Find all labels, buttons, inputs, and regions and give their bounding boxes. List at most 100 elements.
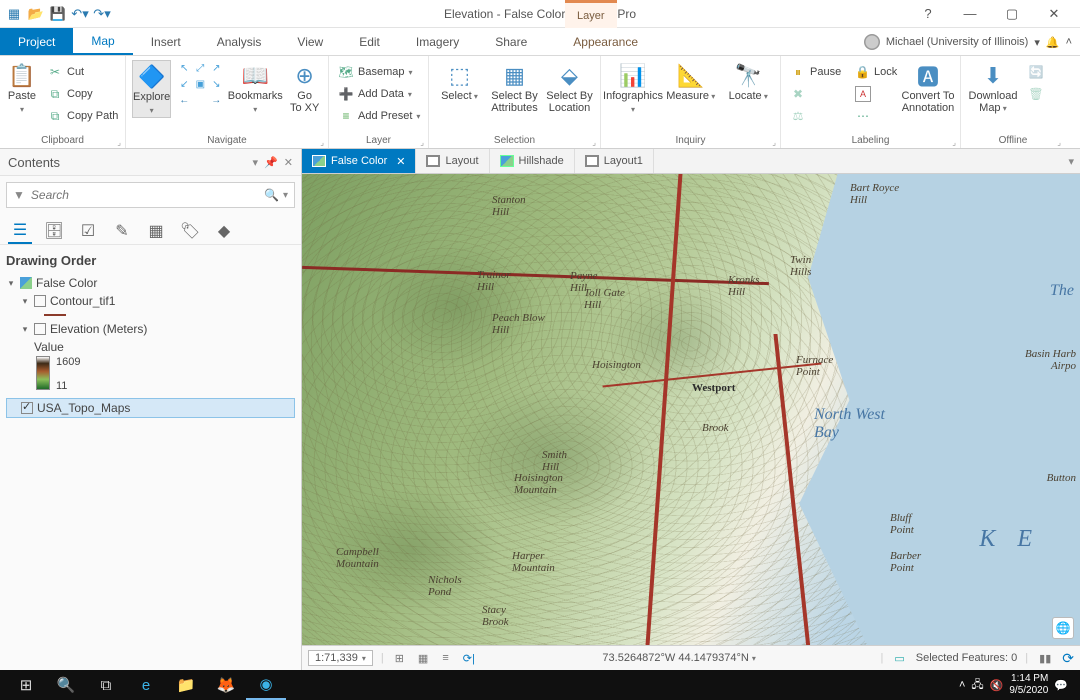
network-icon[interactable]: 🖧 bbox=[971, 676, 983, 695]
nav-arrows[interactable]: ↖⤢↗ ↙▣↘ ←→ bbox=[177, 60, 223, 108]
redo-icon[interactable]: ↷▾ bbox=[94, 6, 110, 22]
select-button[interactable]: ⬚ Select bbox=[435, 60, 484, 103]
locate-button[interactable]: 🔭 Locate bbox=[723, 60, 775, 103]
elevation-layer-row[interactable]: ▾ Elevation (Meters) bbox=[6, 320, 295, 338]
dynamic-icon[interactable]: ⟳| bbox=[460, 652, 478, 665]
tab-share[interactable]: Share bbox=[477, 28, 545, 55]
download-map-button[interactable]: ⬇ Download Map bbox=[967, 60, 1019, 115]
view-tab-layout[interactable]: Layout bbox=[416, 149, 489, 173]
selected-features-readout[interactable]: Selected Features: 0 bbox=[916, 652, 1018, 664]
ie-icon[interactable]: e bbox=[126, 670, 166, 700]
tab-appearance[interactable]: Appearance bbox=[555, 28, 656, 55]
tab-insert[interactable]: Insert bbox=[133, 28, 199, 55]
explore-button[interactable]: 🔷 Explore bbox=[132, 60, 171, 118]
tab-view[interactable]: View bbox=[279, 28, 341, 55]
search-options-icon[interactable]: ▾ bbox=[283, 190, 288, 201]
bookmarks-button[interactable]: 📖 Bookmarks bbox=[229, 60, 281, 116]
view-tab-menu-icon[interactable]: ▾ bbox=[1062, 149, 1080, 173]
save-icon[interactable]: 💾 bbox=[50, 6, 66, 22]
constraints-icon[interactable]: ≡ bbox=[439, 652, 451, 664]
action-center-icon[interactable]: 💬 bbox=[1054, 679, 1068, 692]
list-labeling-icon[interactable]: 🏷 bbox=[178, 218, 202, 244]
visibility-checkbox[interactable] bbox=[21, 402, 33, 414]
view-tab-layout1[interactable]: Layout1 bbox=[575, 149, 654, 173]
search-icon[interactable]: 🔍 bbox=[264, 188, 279, 202]
notifications-icon[interactable]: 🔔 bbox=[1046, 36, 1060, 49]
avatar-icon[interactable] bbox=[864, 34, 880, 50]
paste-button[interactable]: 📋 Paste bbox=[6, 60, 38, 116]
list-source-icon[interactable]: 🗄 bbox=[42, 218, 66, 244]
task-view-icon[interactable]: ⧉ bbox=[86, 670, 126, 700]
selection-icon[interactable]: ▭ bbox=[891, 652, 907, 665]
list-selection-icon[interactable]: ☑ bbox=[76, 218, 100, 244]
tray-expand-icon[interactable]: ˄ bbox=[959, 679, 965, 691]
maximize-button[interactable]: ▢ bbox=[992, 0, 1032, 28]
convert-to-annotation-button[interactable]: 🅰 Convert To Annotation bbox=[902, 60, 954, 115]
filter-icon[interactable]: ▼ bbox=[13, 188, 25, 202]
coord-format-icon[interactable]: ▾ bbox=[752, 654, 756, 663]
label-more-button[interactable]: ⋯ bbox=[852, 106, 896, 126]
map-attribution-icon[interactable]: 🌐 bbox=[1052, 617, 1074, 639]
arcgis-icon[interactable]: ◉ bbox=[246, 670, 286, 700]
select-by-location-button[interactable]: ⬙ Select By Location bbox=[545, 60, 594, 115]
map-frame-row[interactable]: ▾ False Color bbox=[6, 274, 295, 292]
map-canvas[interactable]: Stanton Hill Trainor Hill Payne Hill Tol… bbox=[302, 174, 1080, 645]
pause-drawing-icon[interactable]: ▮▮ bbox=[1036, 652, 1054, 665]
label-weight-button[interactable]: ⚖ bbox=[787, 106, 846, 126]
coordinates-readout[interactable]: 73.5264872°W 44.1479374°N bbox=[602, 652, 748, 664]
refresh-icon[interactable]: ⟳ bbox=[1062, 650, 1074, 667]
expand-icon[interactable]: ▾ bbox=[20, 324, 30, 335]
search-input[interactable] bbox=[31, 188, 264, 202]
clock[interactable]: 1:14 PM 9/5/2020 bbox=[1009, 673, 1048, 697]
visibility-checkbox[interactable] bbox=[34, 295, 46, 307]
new-project-icon[interactable]: ▦ bbox=[6, 6, 22, 22]
add-preset-button[interactable]: ≡Add Preset bbox=[335, 106, 423, 126]
minimize-button[interactable]: — bbox=[950, 0, 990, 28]
select-by-attributes-button[interactable]: ▦ Select By Attributes bbox=[490, 60, 539, 115]
tab-map[interactable]: Map bbox=[73, 28, 132, 55]
list-drawing-order-icon[interactable]: ☰ bbox=[8, 218, 32, 244]
list-perspective-icon[interactable]: ◆ bbox=[212, 218, 236, 244]
pane-options-icon[interactable]: ▾ bbox=[253, 156, 259, 169]
explorer-icon[interactable]: 📁 bbox=[166, 670, 206, 700]
add-data-button[interactable]: ➕Add Data bbox=[335, 84, 423, 104]
visibility-checkbox[interactable] bbox=[34, 323, 46, 335]
close-pane-icon[interactable]: ✕ bbox=[284, 156, 293, 169]
help-button[interactable]: ? bbox=[908, 0, 948, 28]
start-button[interactable]: ⊞ bbox=[6, 670, 46, 700]
basemap-layer-row[interactable]: USA_Topo_Maps bbox=[6, 398, 295, 418]
expand-icon[interactable]: ▾ bbox=[6, 278, 16, 289]
infographics-button[interactable]: 📊 Infographics bbox=[607, 60, 659, 116]
tab-edit[interactable]: Edit bbox=[341, 28, 398, 55]
file-tab[interactable]: Project bbox=[0, 28, 73, 55]
firefox-icon[interactable]: 🦊 bbox=[206, 670, 246, 700]
basemap-button[interactable]: 🗺Basemap bbox=[335, 62, 423, 82]
measure-button[interactable]: 📐 Measure bbox=[665, 60, 717, 103]
view-tab-hillshade[interactable]: Hillshade bbox=[490, 149, 575, 173]
grid-icon[interactable]: ▦ bbox=[415, 652, 431, 665]
label-priority-button[interactable]: ✖ bbox=[787, 84, 846, 104]
undo-icon[interactable]: ↶▾ bbox=[72, 6, 88, 22]
collapse-ribbon-icon[interactable]: ˄ bbox=[1066, 36, 1072, 48]
expand-icon[interactable]: ▾ bbox=[20, 296, 30, 307]
scale-input[interactable]: 1:71,339▾ bbox=[308, 650, 373, 666]
close-button[interactable]: ✕ bbox=[1034, 0, 1074, 28]
copy-button[interactable]: ⧉Copy bbox=[44, 84, 121, 104]
open-project-icon[interactable]: 📂 bbox=[28, 6, 44, 22]
user-name[interactable]: Michael (University of Illinois) bbox=[886, 36, 1028, 48]
list-snapping-icon[interactable]: ▦ bbox=[144, 218, 168, 244]
snapping-icon[interactable]: ⊞ bbox=[392, 652, 407, 665]
view-tab-false-color[interactable]: False Color ✕ bbox=[302, 149, 416, 173]
lock-labeling-button[interactable]: 🔒Lock bbox=[852, 62, 896, 82]
go-to-xy-button[interactable]: ⊕ Go To XY bbox=[287, 60, 322, 115]
close-view-icon[interactable]: ✕ bbox=[396, 155, 405, 168]
tab-imagery[interactable]: Imagery bbox=[398, 28, 477, 55]
contour-layer-row[interactable]: ▾ Contour_tif1 bbox=[6, 292, 295, 310]
label-abc-button[interactable]: A bbox=[852, 84, 896, 104]
cut-button[interactable]: ✂Cut bbox=[44, 62, 121, 82]
contents-search[interactable]: ▼ 🔍 ▾ bbox=[6, 182, 295, 208]
copy-path-button[interactable]: ⧉Copy Path bbox=[44, 106, 121, 126]
list-editing-icon[interactable]: ✎ bbox=[110, 218, 134, 244]
volume-icon[interactable]: 🔇 bbox=[990, 679, 1004, 692]
user-dropdown-icon[interactable]: ▾ bbox=[1034, 36, 1040, 49]
